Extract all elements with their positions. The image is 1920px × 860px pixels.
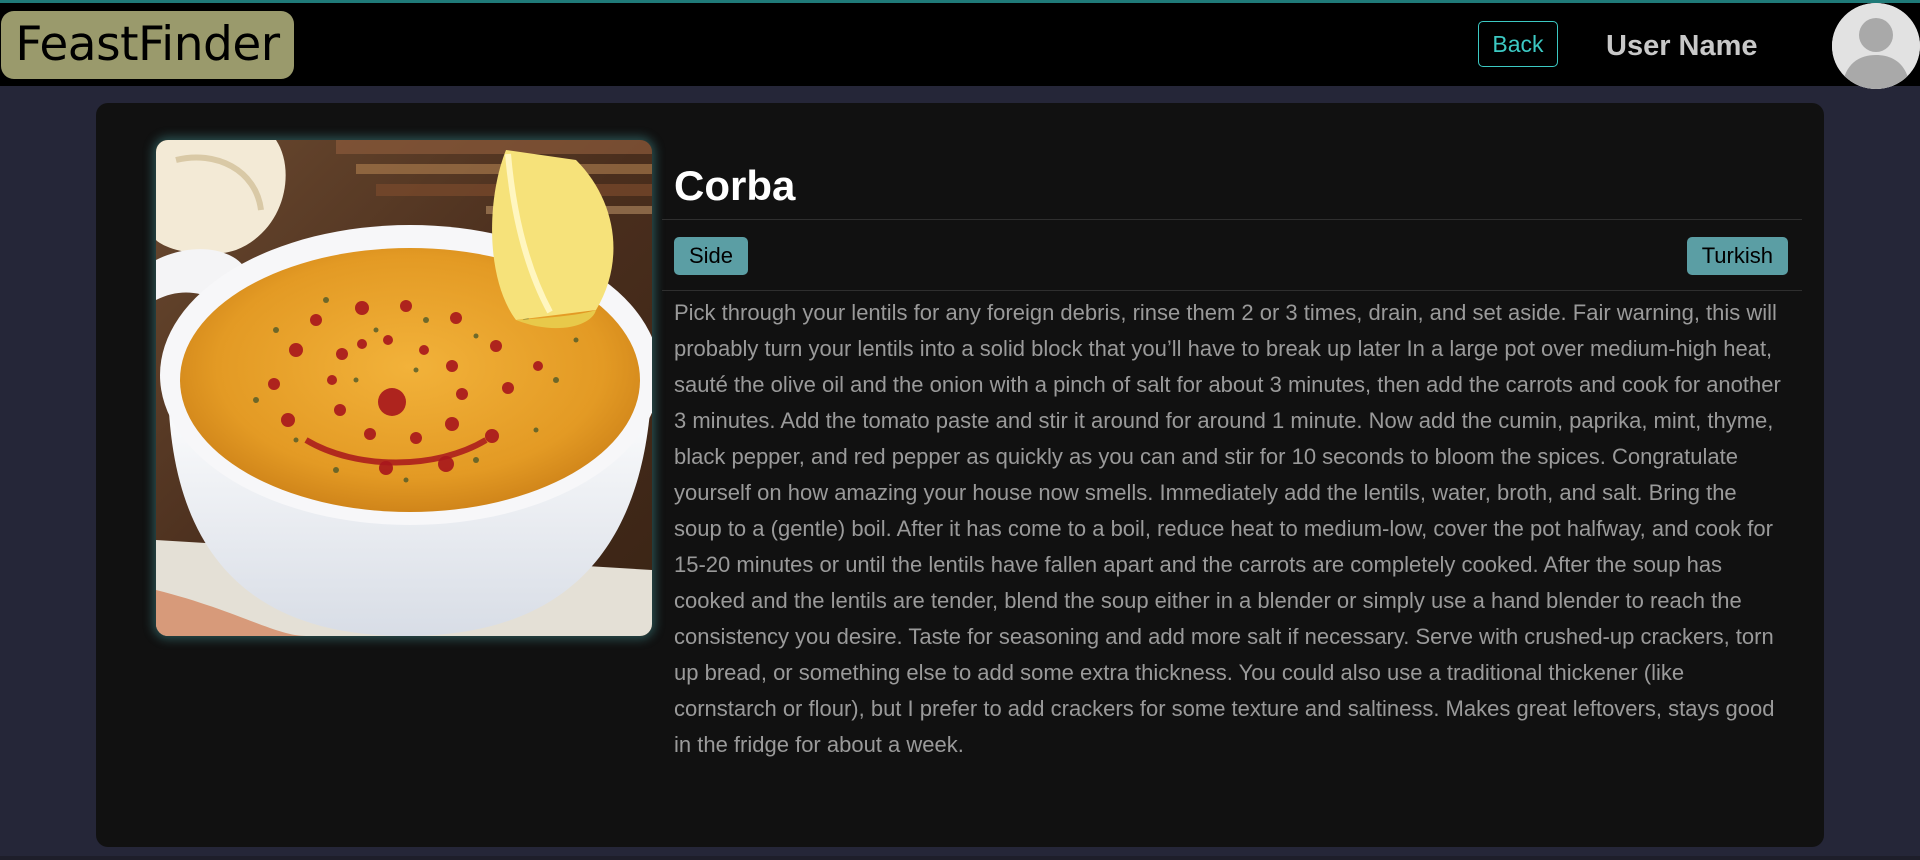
- divider: [662, 290, 1802, 291]
- back-button[interactable]: Back: [1478, 21, 1558, 67]
- category-badge: Side: [674, 237, 749, 275]
- navbar: FeastFinder Back User Name: [0, 0, 1920, 89]
- meal-instructions: Pick through your lentils for any foreig…: [674, 300, 1781, 757]
- meal-photo: [156, 140, 652, 636]
- meal-title: Corba: [674, 162, 796, 209]
- meal-detail-card: Corba Side Turkish Pick through your len…: [96, 103, 1824, 847]
- brand-logo[interactable]: FeastFinder: [1, 11, 294, 79]
- user-avatar-icon[interactable]: [1832, 3, 1920, 89]
- soup-bowl-image: [156, 140, 652, 636]
- user-name: User Name: [1606, 30, 1758, 62]
- divider: [662, 219, 1802, 220]
- area-badge: Turkish: [1686, 237, 1788, 275]
- page-bottom-edge: [0, 856, 1920, 860]
- avatar-silhouette: [1832, 3, 1920, 89]
